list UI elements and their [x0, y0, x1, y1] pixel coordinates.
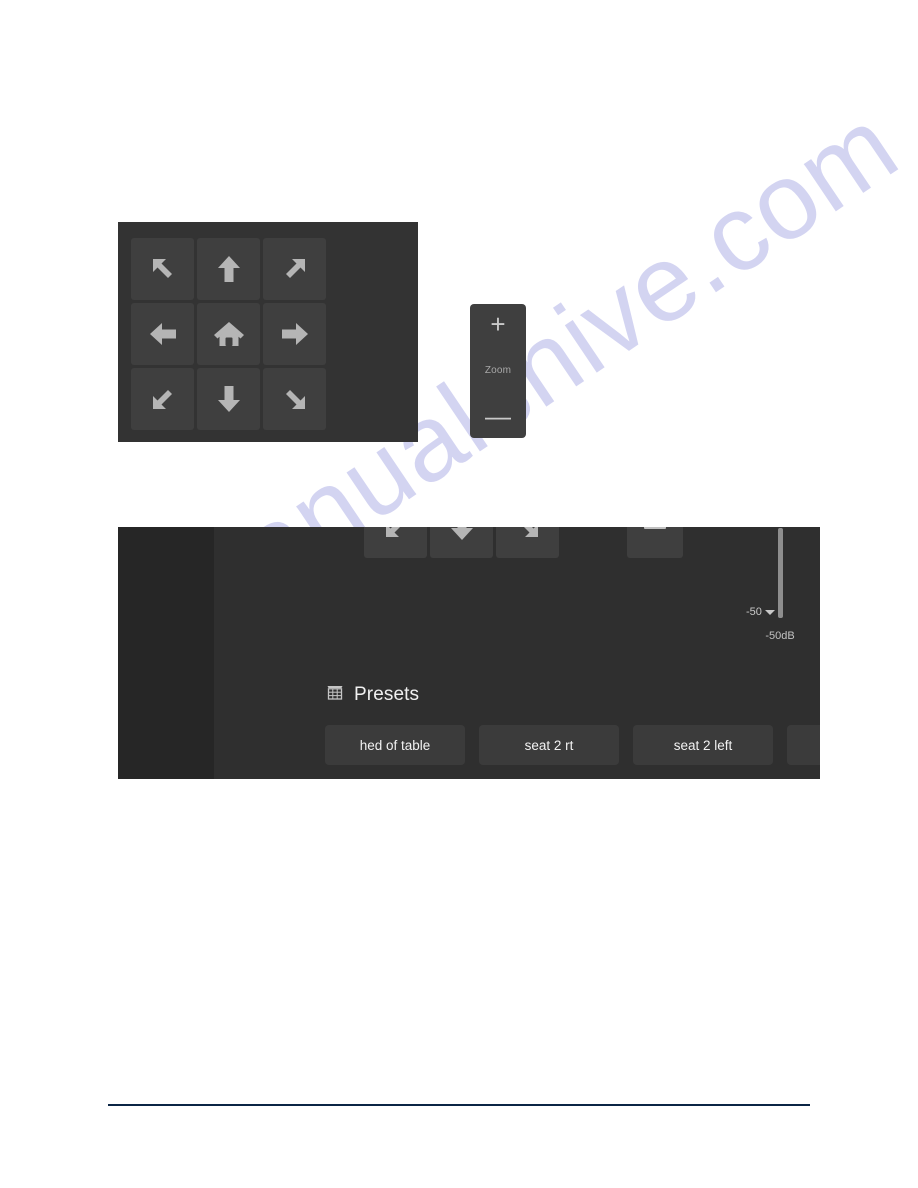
presets-header: Presets — [325, 682, 419, 707]
arrow-down-right-icon — [278, 382, 312, 416]
presets-list: hed of table seat 2 rt seat 2 left full … — [325, 725, 820, 765]
arrow-down-left-icon — [146, 382, 180, 416]
home-icon — [212, 317, 246, 351]
presets-panel: -50 -50dB 0dB + — Presets — [118, 527, 820, 779]
arrow-down-left-icon — [379, 527, 413, 544]
arrow-down-right-icon — [511, 527, 545, 544]
dpad-button-down-right[interactable] — [263, 368, 326, 430]
dpad-grid — [131, 238, 326, 430]
dpad-button-up[interactable] — [197, 238, 260, 300]
gain-slider-track[interactable] — [778, 528, 783, 618]
arrow-left-icon — [146, 317, 180, 351]
minus-icon — [644, 527, 666, 529]
arrow-up-right-icon — [278, 252, 312, 286]
dpad-button-down[interactable] — [430, 527, 493, 558]
gain-slider-value: -50 — [746, 606, 775, 618]
preset-button-hed-of-table[interactable]: hed of table — [325, 725, 465, 765]
level-slider[interactable]: 0dB — [810, 527, 820, 647]
arrow-up-left-icon — [146, 252, 180, 286]
gain-slider[interactable]: -50 -50dB — [746, 527, 812, 647]
dpad-button-up-right[interactable] — [263, 238, 326, 300]
preset-button-full-room[interactable]: full room — [787, 725, 820, 765]
dpad-button-home[interactable] — [197, 303, 260, 365]
zoom-out-button[interactable] — [627, 527, 683, 558]
arrow-down-icon — [445, 527, 479, 544]
slider-marker-icon — [764, 609, 775, 615]
zoom-in-button[interactable]: + — [490, 311, 505, 337]
level-slider-caption: 0dB — [810, 630, 820, 642]
zoom-out-button[interactable]: — — [485, 403, 511, 429]
gain-slider-caption: -50dB — [765, 630, 795, 642]
keypad-grid-icon — [325, 682, 345, 707]
sidebar-rail — [118, 527, 214, 779]
dpad-button-down-left[interactable] — [131, 368, 194, 430]
arrow-right-icon — [278, 317, 312, 351]
presets-title: Presets — [354, 683, 420, 705]
camera-pan-tilt-pad: + Zoom — — [118, 222, 526, 442]
footer-divider — [108, 1104, 810, 1106]
arrow-down-icon — [212, 382, 246, 416]
dpad-button-up-left[interactable] — [131, 238, 194, 300]
dpad-button-down-left[interactable] — [364, 527, 427, 558]
preset-button-seat-2-left[interactable]: seat 2 left — [633, 725, 773, 765]
panel-stage: -50 -50dB 0dB + — Presets — [214, 527, 820, 779]
dpad-bottom-row — [364, 527, 559, 558]
dpad-button-down[interactable] — [197, 368, 260, 430]
zoom-control: + Zoom — — [470, 304, 526, 438]
dpad-button-left[interactable] — [131, 303, 194, 365]
preset-button-seat-2-rt[interactable]: seat 2 rt — [479, 725, 619, 765]
dpad-button-right[interactable] — [263, 303, 326, 365]
zoom-label: Zoom — [484, 364, 512, 376]
arrow-up-icon — [212, 252, 246, 286]
dpad-button-down-right[interactable] — [496, 527, 559, 558]
